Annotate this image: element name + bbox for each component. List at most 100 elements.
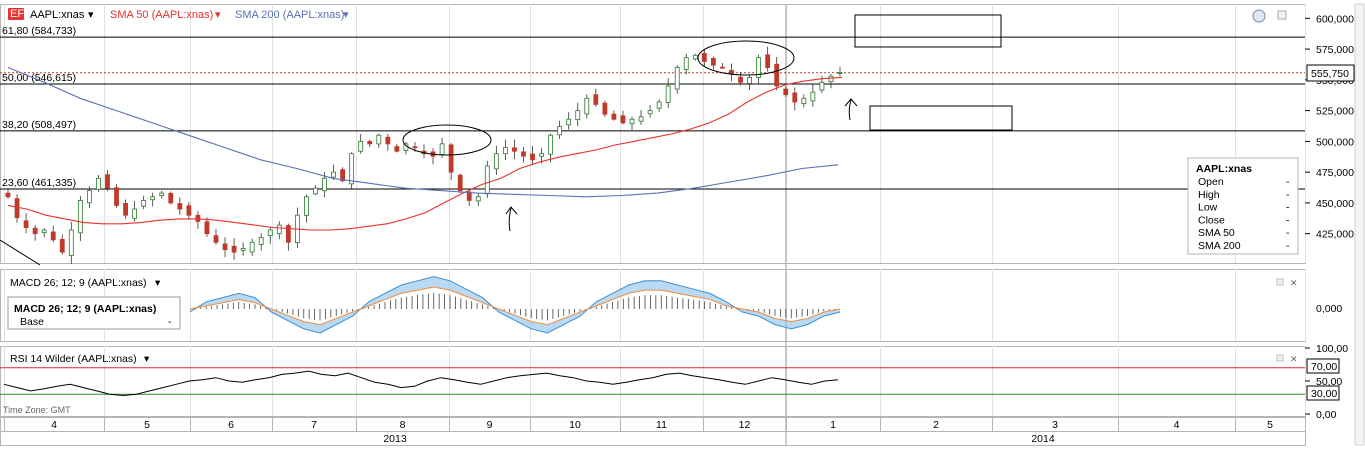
candle-body[interactable]	[837, 72, 843, 74]
candle-body[interactable]	[114, 187, 119, 206]
macd-maximize-icon[interactable]	[1276, 278, 1284, 286]
rsi-title[interactable]: RSI 14 Wilder (AAPL:xnas)	[10, 353, 137, 365]
candle-body[interactable]	[747, 76, 752, 84]
candle-body[interactable]	[502, 147, 508, 155]
candle-body[interactable]	[77, 200, 83, 234]
candle-body[interactable]	[602, 102, 608, 115]
macd-title[interactable]: MACD 26; 12; 9 (AAPL:xnas)	[10, 277, 147, 289]
candle-body[interactable]	[530, 153, 535, 161]
candle-body[interactable]	[177, 203, 183, 210]
vertical-scrollbar[interactable]	[1354, 3, 1365, 446]
candle-body[interactable]	[394, 146, 400, 152]
candle-body[interactable]	[828, 75, 834, 83]
header-sma50-dropdown-icon[interactable]: ▾	[215, 9, 221, 21]
candle-body[interactable]	[466, 191, 472, 201]
candle-body[interactable]	[150, 196, 156, 201]
candle-body[interactable]	[231, 245, 237, 253]
macd-close-icon[interactable]: ✕	[1290, 278, 1298, 288]
candle-body[interactable]	[367, 141, 373, 145]
candle-body[interactable]	[620, 115, 626, 124]
candle-body[interactable]	[267, 229, 273, 237]
candle-body[interactable]	[647, 110, 653, 115]
candle-body[interactable]	[801, 97, 807, 105]
candle-body[interactable]	[457, 174, 463, 192]
candle-body[interactable]	[96, 177, 101, 190]
candle-body[interactable]	[493, 153, 499, 170]
candle-body[interactable]	[222, 243, 228, 251]
header-symbol-dropdown-icon[interactable]: ▾	[88, 9, 94, 21]
candle-body[interactable]	[819, 81, 825, 91]
candle-body[interactable]	[23, 220, 29, 228]
candle-body[interactable]	[683, 57, 689, 70]
candle-body[interactable]	[304, 196, 309, 216]
candle-body[interactable]	[376, 134, 382, 145]
candle-body[interactable]	[512, 147, 517, 152]
candle-body[interactable]	[59, 239, 65, 253]
candle-body[interactable]	[186, 205, 192, 216]
candle-body[interactable]	[204, 221, 210, 235]
candle-body[interactable]	[629, 118, 635, 125]
candle-body[interactable]	[774, 63, 780, 87]
candle-body[interactable]	[557, 126, 563, 136]
candle-body[interactable]	[484, 165, 490, 195]
candle-body[interactable]	[322, 177, 327, 192]
candle-body[interactable]	[14, 198, 20, 219]
candle-body[interactable]	[692, 54, 698, 60]
candle-body[interactable]	[105, 174, 110, 189]
candle-body[interactable]	[575, 110, 581, 121]
candle-body[interactable]	[213, 235, 219, 243]
candle-body[interactable]	[32, 227, 38, 235]
candle-body[interactable]	[385, 136, 391, 145]
candle-body[interactable]	[738, 76, 743, 83]
candle-body[interactable]	[765, 54, 771, 68]
candle-body[interactable]	[611, 113, 617, 120]
candle-body[interactable]	[810, 91, 816, 102]
candle-body[interactable]	[638, 116, 644, 122]
candle-body[interactable]	[132, 208, 138, 219]
candle-body[interactable]	[656, 101, 662, 109]
candle-body[interactable]	[593, 94, 599, 105]
rsi-dropdown-icon[interactable]: ▾	[144, 353, 150, 365]
candle-body[interactable]	[168, 193, 174, 204]
candle-body[interactable]	[5, 192, 11, 198]
candle-body[interactable]	[50, 231, 56, 241]
candle-body[interactable]	[448, 144, 454, 173]
candle-body[interactable]	[258, 236, 264, 245]
candle-body[interactable]	[729, 69, 734, 75]
chart-canvas[interactable]: 61,80 (584,733) 50,00 (546,615) 38,20 (508…	[0, 0, 1365, 457]
candle-body[interactable]	[566, 118, 572, 126]
candle-body[interactable]	[195, 214, 201, 222]
candle-body[interactable]	[68, 229, 74, 256]
candle-body[interactable]	[584, 97, 590, 115]
candle-body[interactable]	[159, 192, 165, 197]
candle-body[interactable]	[141, 200, 147, 207]
candle-body[interactable]	[710, 58, 716, 66]
rsi-maximize-icon[interactable]	[1276, 354, 1284, 362]
candle-body[interactable]	[701, 53, 707, 62]
macd-dropdown-icon[interactable]: ▾	[155, 277, 161, 289]
header-symbol[interactable]: AAPL:xnas	[30, 9, 85, 21]
candle-body[interactable]	[412, 146, 418, 149]
candle-body[interactable]	[674, 67, 680, 90]
candle-body[interactable]	[41, 229, 47, 233]
header-sma200[interactable]: SMA 200 (AAPL:xnas)	[235, 9, 344, 21]
candle-body[interactable]	[475, 196, 481, 202]
candle-body[interactable]	[439, 143, 445, 155]
candle-body[interactable]	[349, 153, 355, 185]
rsi-close-icon[interactable]: ✕	[1290, 354, 1298, 364]
candle-body[interactable]	[783, 88, 789, 96]
reset-zoom-icon[interactable]	[1252, 9, 1266, 23]
candle-body[interactable]	[548, 134, 554, 155]
candle-body[interactable]	[249, 241, 255, 253]
candle-body[interactable]	[276, 224, 282, 235]
candle-body[interactable]	[123, 202, 128, 216]
candle-body[interactable]	[331, 171, 336, 178]
candle-body[interactable]	[358, 140, 364, 152]
candle-body[interactable]	[665, 85, 671, 104]
candle-body[interactable]	[521, 151, 526, 157]
candle-body[interactable]	[313, 187, 318, 195]
header-sma200-dropdown-icon[interactable]: ▾	[343, 9, 349, 21]
candle-body[interactable]	[792, 92, 798, 103]
header-sma50[interactable]: SMA 50 (AAPL:xnas)	[110, 9, 213, 21]
maximize-icon[interactable]	[1277, 10, 1287, 20]
